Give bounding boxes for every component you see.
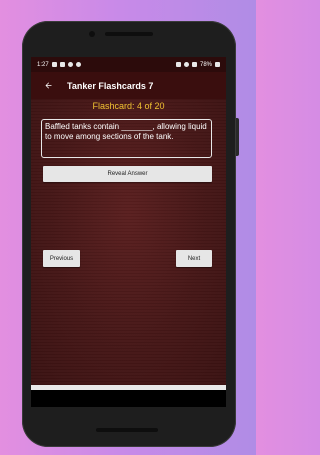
reveal-answer-button[interactable]: Reveal Answer: [43, 166, 212, 182]
app-title: Tanker Flashcards 7: [67, 80, 154, 91]
notification-icon: [75, 62, 81, 67]
status-bar: 1:27 78%: [31, 57, 226, 72]
status-bar-right: 78%: [175, 61, 220, 68]
question-box: Baffled tanks contain _______, allowing …: [41, 119, 212, 158]
bottom-strip: [31, 385, 226, 390]
flashcard-counter: Flashcard: 4 of 20: [92, 101, 165, 111]
phone-speaker-top: [105, 32, 153, 36]
wifi-icon: [183, 62, 189, 67]
alarm-icon: [175, 62, 181, 67]
battery-icon: [215, 62, 220, 67]
status-bar-left: 1:27: [37, 62, 81, 68]
next-button[interactable]: Next: [176, 250, 212, 267]
app-bar: Tanker Flashcards 7: [31, 72, 226, 99]
battery-percentage: 78%: [199, 61, 212, 68]
phone-side-button: [236, 118, 239, 156]
notification-icon: [67, 62, 73, 67]
phone-camera: [89, 31, 95, 37]
notification-icon: [59, 62, 65, 67]
notification-icon: [51, 62, 57, 67]
flashcard-content: Flashcard: 4 of 20 Baffled tanks contain…: [31, 99, 226, 385]
previous-button[interactable]: Previous: [43, 250, 80, 267]
status-time: 1:27: [37, 61, 49, 68]
arrow-left-icon: [45, 82, 51, 89]
back-button[interactable]: [37, 72, 59, 99]
phone-speaker-bottom: [96, 428, 158, 432]
signal-icon: [191, 62, 197, 67]
phone-screen: 1:27 78% Tanker Flashcards 7 Flashcard: …: [31, 57, 226, 407]
question-text: Baffled tanks contain _______, allowing …: [45, 122, 207, 141]
